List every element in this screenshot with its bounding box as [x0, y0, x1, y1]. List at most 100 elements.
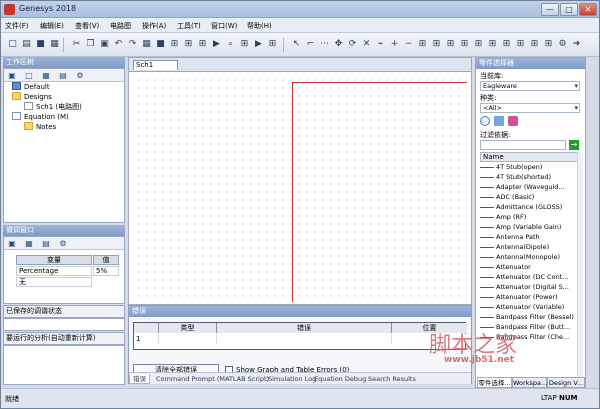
rotate-icon[interactable]: ⟳ — [347, 39, 358, 50]
gear-icon[interactable]: ⚙ — [75, 71, 85, 80]
move-icon[interactable]: ✥ — [333, 39, 344, 50]
part-item[interactable]: Attenuator — [480, 262, 577, 272]
tab-part-selector[interactable]: 零件选择... — [477, 377, 512, 387]
menu-help[interactable]: 帮助(H) — [247, 21, 272, 31]
part-item[interactable]: 4T Stub(open) — [480, 162, 577, 172]
part-item[interactable]: Antenna Path — [480, 232, 577, 242]
component-icon[interactable]: ▦ — [41, 71, 51, 80]
print-icon[interactable]: ▦ — [141, 39, 152, 50]
zoom-in-icon[interactable]: + — [389, 39, 400, 50]
part-item[interactable]: 4T Stub(shorted) — [480, 172, 577, 182]
category-select[interactable]: <All> — [480, 103, 580, 113]
tree-item-default[interactable]: Default — [12, 82, 50, 92]
menu-file[interactable]: 文件(F) — [5, 21, 29, 31]
component-icon[interactable]: ⊞ — [445, 39, 456, 50]
part-item[interactable]: Amp (Variable Gain) — [480, 222, 577, 232]
select-icon[interactable]: ↖ — [291, 39, 302, 50]
settings-icon[interactable]: ⚙ — [557, 39, 568, 50]
folder-icon[interactable]: ▣ — [7, 71, 17, 80]
menu-schematic[interactable]: 电路图 — [110, 21, 131, 31]
component-icon[interactable]: ⊞ — [543, 39, 554, 50]
component-icon[interactable]: ⊞ — [183, 39, 194, 50]
zoom-icon[interactable]: ⌕ — [225, 39, 236, 50]
part-item[interactable]: Attenuator (Digital S... — [480, 282, 577, 292]
tab-errors[interactable]: 错误 — [129, 374, 150, 384]
component-icon[interactable]: ⊞ — [501, 39, 512, 50]
undo-icon[interactable]: ↶ — [113, 39, 124, 50]
component-icon[interactable]: ⊞ — [459, 39, 470, 50]
component-icon[interactable]: ⊞ — [529, 39, 540, 50]
apply-filter-icon[interactable]: → — [569, 140, 579, 150]
open-icon[interactable]: ▤ — [21, 39, 32, 50]
menu-edit[interactable]: 编辑(E) — [40, 21, 64, 31]
library-select[interactable]: Eagleware — [480, 81, 580, 91]
saved-state-input[interactable] — [3, 318, 125, 331]
new-icon[interactable]: □ — [7, 39, 18, 50]
settings-icon[interactable] — [508, 116, 518, 126]
maximize-button[interactable]: □ — [560, 3, 578, 16]
part-item[interactable]: Antenna(Monopole) — [480, 252, 577, 262]
component-icon[interactable]: ⊞ — [417, 39, 428, 50]
chart-icon[interactable]: ▤ — [58, 71, 68, 80]
tab-design-view[interactable]: Design V... — [547, 377, 585, 387]
component-icon[interactable]: ⊞ — [431, 39, 442, 50]
tree-item-designs[interactable]: Designs — [12, 92, 52, 102]
menu-view[interactable]: 查看(V) — [75, 21, 99, 31]
filter-input[interactable] — [480, 140, 566, 150]
copy-icon[interactable]: ❐ — [85, 39, 96, 50]
menu-actions[interactable]: 操作(A) — [142, 21, 166, 31]
tree-item-equation[interactable]: Equation (M) — [12, 112, 69, 122]
component-icon[interactable]: ⊞ — [515, 39, 526, 50]
run-icon[interactable]: ▶ — [211, 39, 222, 50]
tree-item-notes[interactable]: Notes — [24, 122, 56, 132]
save-icon[interactable]: ■ — [155, 39, 166, 50]
chart-icon[interactable]: ▤ — [41, 239, 51, 248]
value-cell[interactable]: 5% — [93, 266, 119, 276]
redo-icon[interactable]: ↷ — [127, 39, 138, 50]
tab-sch1[interactable]: Sch1 — [133, 60, 178, 70]
paste-icon[interactable]: ▣ — [99, 39, 110, 50]
schematic-grid[interactable] — [133, 74, 467, 302]
delete-icon[interactable]: ✕ — [361, 39, 372, 50]
part-item[interactable]: Admittance (GLOSS) — [480, 202, 577, 212]
menu-window[interactable]: 窗口(W) — [211, 21, 237, 31]
minimize-button[interactable]: — — [541, 3, 559, 16]
part-item[interactable]: Attenuator (Variable) — [480, 302, 577, 312]
part-item[interactable]: ADC (Basic) — [480, 192, 577, 202]
tab-search-results[interactable]: Search Results — [365, 374, 419, 384]
parts-scrollbar[interactable] — [577, 152, 583, 378]
filter-icon[interactable] — [494, 116, 504, 126]
tree-item-sch1[interactable]: Sch1 (电路图) — [24, 102, 82, 112]
measure-icon[interactable]: ⌁ — [375, 39, 386, 50]
component-icon[interactable]: ⊞ — [197, 39, 208, 50]
component-icon[interactable]: ⊞ — [487, 39, 498, 50]
new-icon[interactable]: □ — [24, 71, 34, 80]
tab-command-prompt[interactable]: Command Prompt (MATLAB Script) — [153, 374, 272, 384]
part-item[interactable]: Attenuator (DC Cont... — [480, 272, 577, 282]
part-item[interactable]: Amp (RF) — [480, 212, 577, 222]
component-icon[interactable]: ▦ — [24, 239, 34, 248]
cut-icon[interactable]: ✂ — [71, 39, 82, 50]
folder-icon[interactable]: ▣ — [7, 239, 17, 248]
zoom-out-icon[interactable]: − — [403, 39, 414, 50]
part-item[interactable]: Adapter (Waveguid... — [480, 182, 577, 192]
variable-cell[interactable]: Percentage — [16, 266, 92, 276]
part-item[interactable]: Bandpass Filter (Bessel) — [480, 312, 577, 322]
save-icon[interactable]: ■ — [35, 39, 46, 50]
part-item[interactable]: Antenna(Dipole) — [480, 242, 577, 252]
close-button[interactable]: ✕ — [579, 3, 597, 16]
run-icon[interactable]: ▶ — [253, 39, 264, 50]
arrow-icon[interactable]: ➜ — [571, 39, 582, 50]
info-icon[interactable] — [480, 116, 490, 126]
component-icon[interactable]: ⊞ — [473, 39, 484, 50]
component-icon[interactable]: ⊞ — [169, 39, 180, 50]
print-icon[interactable]: ▦ — [49, 39, 60, 50]
part-item[interactable]: Attenuator (Power) — [480, 292, 577, 302]
component-icon[interactable]: ⊞ — [267, 39, 278, 50]
tab-equation-debug[interactable]: Equation Debug — [311, 374, 369, 384]
component-icon[interactable]: ⊞ — [239, 39, 250, 50]
gear-icon[interactable]: ⚙ — [58, 239, 68, 248]
variable-cell[interactable]: 无 — [16, 277, 92, 287]
wire-icon[interactable]: ⌐ — [305, 39, 316, 50]
grid-icon[interactable]: ⋯ — [319, 39, 330, 50]
